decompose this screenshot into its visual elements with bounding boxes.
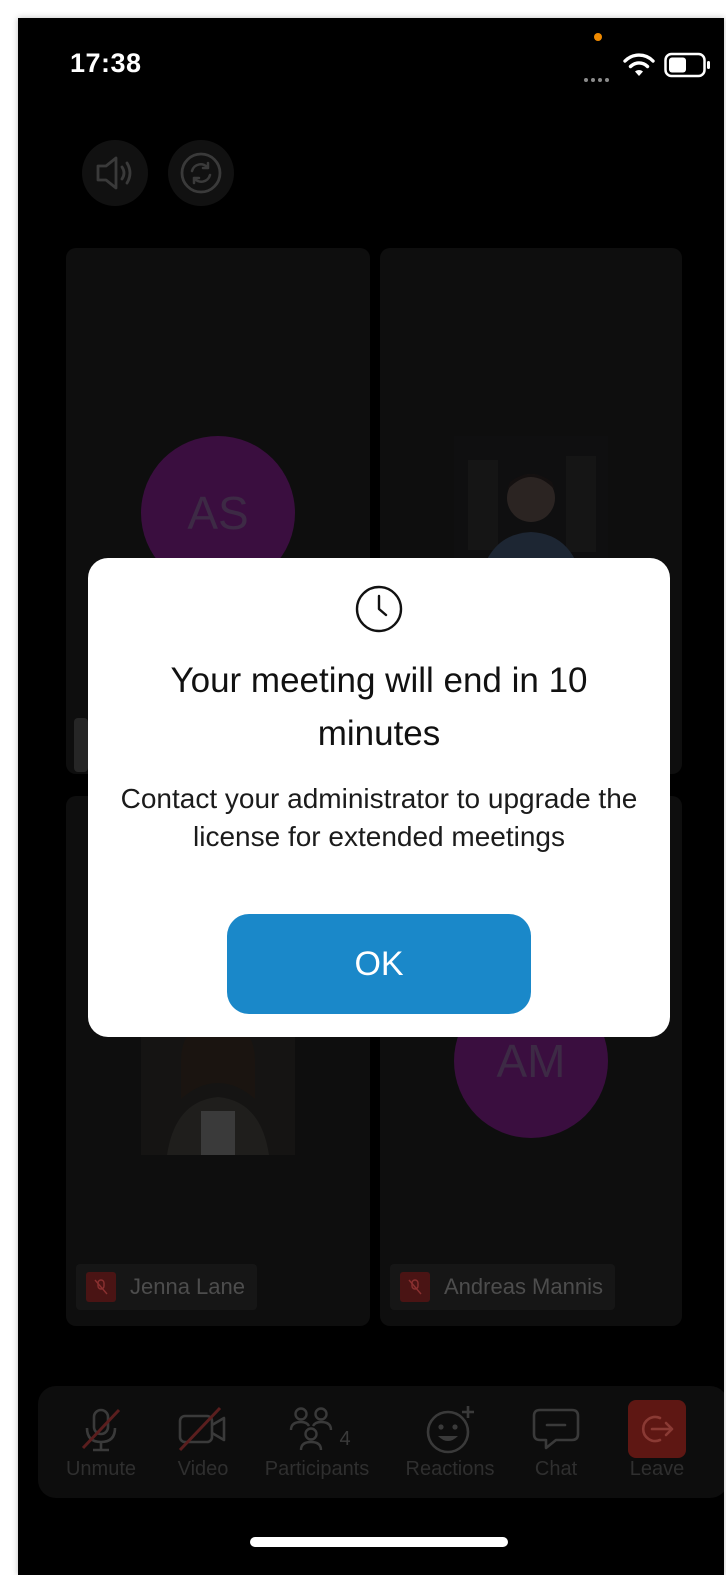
chat-button[interactable]: Chat xyxy=(524,1400,588,1481)
status-bar: 17:38 xyxy=(18,18,724,108)
unmute-button[interactable]: Unmute xyxy=(58,1400,144,1481)
speaker-button[interactable] xyxy=(82,140,148,206)
chat-label: Chat xyxy=(534,1458,578,1480)
unmute-label: Unmute xyxy=(65,1458,137,1480)
home-indicator[interactable] xyxy=(250,1537,508,1547)
participant-name: Jenna Lane xyxy=(130,1274,245,1299)
battery-icon xyxy=(664,52,710,78)
reactions-button[interactable]: Reactions xyxy=(398,1400,502,1481)
switch-camera-icon xyxy=(180,152,222,194)
dialog-message: Contact your administrator to upgrade th… xyxy=(120,783,638,852)
meeting-end-dialog: Your meeting will end in 10 minutes Cont… xyxy=(88,558,670,1037)
leave-label: Leave xyxy=(629,1458,685,1480)
video-button[interactable]: Video xyxy=(168,1400,238,1481)
muted-mic-icon xyxy=(400,1272,430,1302)
wifi-icon xyxy=(623,53,655,76)
leave-button[interactable]: Leave xyxy=(622,1400,692,1481)
meeting-toolbar: Unmute Video 4 Participants Reactions Ch… xyxy=(38,1386,724,1498)
dialog-title: Your meeting will end in 10 minutes xyxy=(170,661,588,753)
video-off-icon xyxy=(178,1406,226,1452)
chat-icon xyxy=(532,1408,580,1450)
video-label: Video xyxy=(177,1458,229,1480)
meeting-top-controls xyxy=(18,128,724,208)
participant-name: Andreas Mannis xyxy=(444,1274,603,1299)
participants-button[interactable]: 4 Participants xyxy=(256,1400,378,1481)
name-tag: Andreas Mannis xyxy=(390,1264,615,1310)
reactions-label: Reactions xyxy=(405,1458,495,1480)
leave-icon-box xyxy=(628,1400,686,1458)
name-tag-edge xyxy=(74,718,88,772)
muted-mic-icon xyxy=(86,1272,116,1302)
ok-button[interactable]: OK xyxy=(227,914,531,1014)
status-time: 17:38 xyxy=(70,48,142,78)
phone-screen: 17:38 AS Jenna Lane AM Andreas Mannis Un… xyxy=(18,18,724,1575)
participant-count: 4 xyxy=(339,1427,351,1450)
recording-indicator-icon xyxy=(594,33,602,41)
participants-label: Participants xyxy=(264,1458,370,1480)
reactions-icon xyxy=(426,1406,474,1454)
participants-icon xyxy=(290,1407,333,1451)
avatar-initials: AM xyxy=(496,1035,566,1087)
microphone-off-icon xyxy=(81,1408,121,1452)
leave-icon xyxy=(641,1415,674,1443)
cellular-signal-icon xyxy=(584,69,612,87)
speaker-icon xyxy=(96,156,132,190)
name-tag: Jenna Lane xyxy=(76,1264,257,1310)
avatar-initials: AS xyxy=(187,487,249,539)
clock-icon xyxy=(355,585,403,633)
switch-camera-button[interactable] xyxy=(168,140,234,206)
